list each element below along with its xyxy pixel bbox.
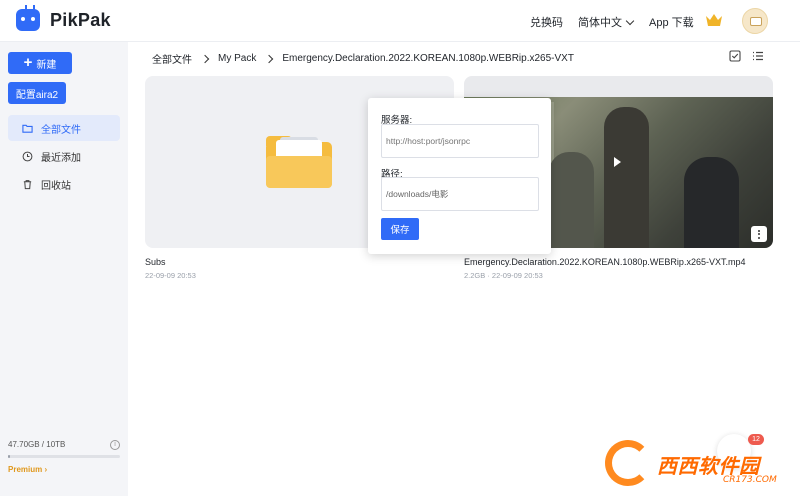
sidebar-item-label: 回收站: [41, 180, 71, 192]
sidebar-item-recent[interactable]: 最近添加: [8, 143, 120, 169]
file-meta: 22-09-09 20:53: [145, 271, 196, 280]
breadcrumb-item-all-files[interactable]: 全部文件: [152, 51, 192, 66]
file-name[interactable]: Subs: [145, 257, 166, 267]
list-view-icon[interactable]: [752, 50, 764, 62]
trash-icon: [23, 179, 32, 189]
language-select[interactable]: 简体中文: [578, 14, 635, 30]
sidebar: + 新建 配置aira2 全部文件 最近添加 回收站 47.70GB / 10T…: [0, 42, 128, 496]
configure-aria2-button[interactable]: 配置aira2: [8, 82, 66, 104]
language-label: 简体中文: [578, 17, 622, 29]
breadcrumb-item-current: Emergency.Declaration.2022.KOREAN.1080p.…: [282, 53, 574, 64]
new-button[interactable]: + 新建: [8, 52, 72, 74]
watermark-subtext: CR173.COM: [723, 475, 777, 485]
robot-face-icon: [750, 17, 762, 26]
file-meta: 2.2GB · 22-09-09 20:53: [464, 271, 543, 280]
storage-progress-bar: [8, 455, 120, 458]
app-name[interactable]: PikPak: [50, 10, 111, 31]
storage-usage-text: 47.70GB / 10TB: [8, 440, 66, 449]
aria2-config-popover: 服务器: 路径: 保存: [368, 98, 551, 254]
server-input[interactable]: [381, 124, 539, 158]
sidebar-item-all-files[interactable]: 全部文件: [8, 115, 120, 141]
site-watermark: 西西软件园 CR173.COM: [605, 440, 785, 490]
pikpak-logo-icon[interactable]: [16, 9, 40, 31]
save-button[interactable]: 保存: [381, 218, 419, 240]
sidebar-item-trash[interactable]: 回收站: [8, 171, 120, 197]
chevron-right-icon: [200, 54, 210, 63]
info-icon[interactable]: i: [110, 440, 120, 450]
sidebar-item-label: 全部文件: [41, 124, 81, 136]
folder-icon: [266, 136, 332, 188]
clock-icon: [22, 151, 33, 161]
breadcrumb-item-my-pack[interactable]: My Pack: [218, 53, 256, 64]
plus-icon: +: [23, 54, 33, 71]
app-download-link[interactable]: App 下载: [649, 14, 694, 30]
watermark-logo-icon: [605, 440, 651, 486]
chevron-right-icon: [265, 54, 274, 63]
sidebar-item-label: 最近添加: [41, 152, 81, 164]
redeem-code-link[interactable]: 兑换码: [530, 14, 563, 30]
play-icon[interactable]: [614, 157, 621, 167]
select-checkbox-icon[interactable]: [729, 50, 741, 62]
crown-icon[interactable]: [705, 12, 723, 28]
path-input[interactable]: [381, 177, 539, 211]
new-button-label: 新建: [36, 59, 57, 71]
more-options-button[interactable]: [751, 226, 767, 242]
storage-progress-fill: [8, 455, 11, 458]
folder-icon: [22, 124, 33, 133]
avatar[interactable]: [742, 8, 768, 34]
premium-link[interactable]: Premium ›: [8, 465, 47, 474]
file-name[interactable]: Emergency.Declaration.2022.KOREAN.1080p.…: [464, 257, 745, 267]
chevron-down-icon: [625, 16, 635, 26]
top-bar: PikPak 兑换码 简体中文 App 下载: [0, 0, 800, 42]
breadcrumb: 全部文件 My Pack Emergency.Declaration.2022.…: [152, 51, 574, 66]
